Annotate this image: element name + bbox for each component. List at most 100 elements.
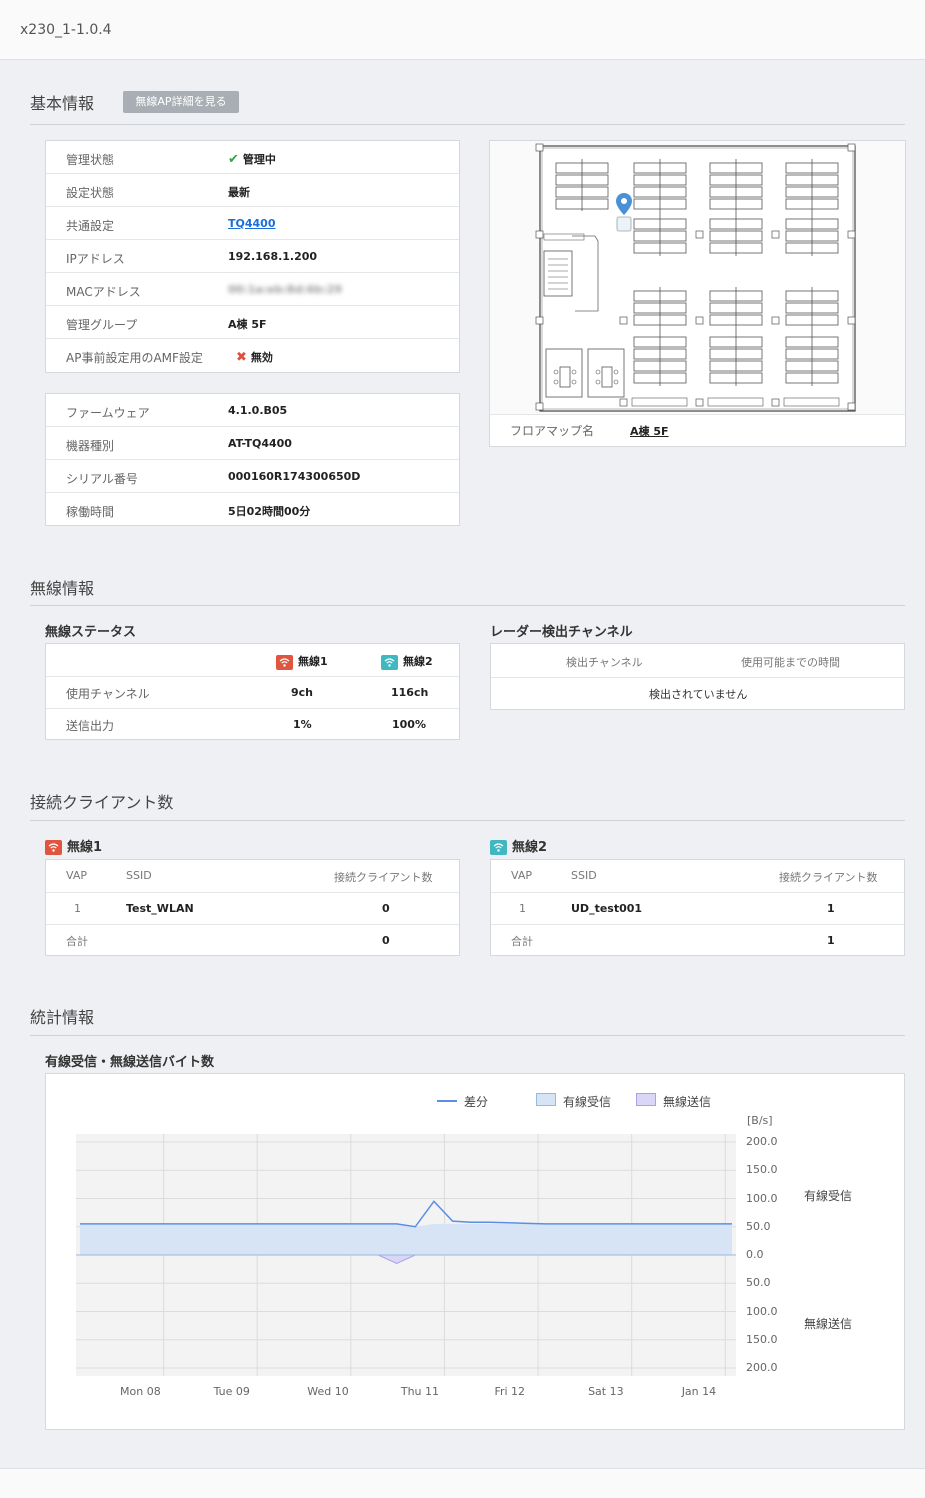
divider	[46, 892, 459, 893]
y-tick-label: 150.0	[746, 1163, 778, 1177]
col-count: 接続クライアント数	[334, 871, 433, 884]
series-rx-area	[80, 1223, 732, 1255]
radar-col-time: 使用可能までの時間	[741, 656, 840, 669]
count-cell: 0	[382, 902, 390, 915]
stats-heading: 統計情報	[30, 1008, 95, 1027]
window-title: x230_1-1.0.4	[20, 22, 112, 38]
device-row: ファームウェア 4.1.0.B05	[46, 394, 459, 427]
x-tick-label: Tue 09	[213, 1385, 250, 1398]
col-count: 接続クライアント数	[779, 871, 878, 884]
wireless-info-heading: 無線情報	[30, 579, 95, 598]
firmware-value: 4.1.0.B05	[228, 404, 288, 417]
row-label: 共通設定	[66, 219, 115, 233]
y-lower-label: 無線送信	[804, 1317, 853, 1331]
legend-rx: 有線受信	[563, 1095, 612, 1109]
radar-empty-text: 検出されていません	[649, 688, 748, 701]
row-label: ファームウェア	[66, 406, 150, 420]
device-row: シリアル番号 000160R174300650D	[46, 460, 459, 493]
serial-value: 000160R174300650D	[228, 470, 361, 483]
cross-icon: ✖	[236, 350, 247, 365]
chart-svg	[76, 1134, 736, 1376]
row-label: 管理グループ	[66, 318, 138, 332]
footer-bar	[0, 1468, 925, 1498]
row-value: ✖ 無効	[236, 349, 273, 365]
floor-map-image[interactable]	[490, 141, 905, 414]
ssid-cell: UD_test001	[571, 902, 643, 915]
device-panel: ファームウェア 4.1.0.B05 機器種別 AT-TQ4400 シリアル番号 …	[45, 393, 460, 526]
x-tick-label: Jan 14	[681, 1385, 717, 1398]
row-label: 稼働時間	[66, 505, 115, 519]
y-tick-label: 100.0	[746, 1191, 778, 1205]
divider	[30, 820, 905, 821]
legend-tx-swatch	[636, 1093, 656, 1106]
floor-map-panel: フロアマップ名 A棟 5F	[489, 140, 906, 447]
status-row: MACアドレス 00:1a:eb:8d:6b:29	[46, 273, 459, 306]
chart-plot-area[interactable]	[76, 1134, 736, 1376]
y-tick-label: 200.0	[746, 1361, 778, 1374]
divider	[30, 605, 905, 606]
radar-title: レーダー検出チャンネル	[490, 625, 633, 640]
divider	[46, 708, 459, 709]
chart-title: 有線受信・無線送信バイト数	[45, 1055, 215, 1070]
x-tick-label: Thu 11	[400, 1385, 439, 1398]
radio2-clients-label: 無線2	[512, 840, 548, 855]
status-row: 管理状態 ✔ 管理中	[46, 141, 459, 174]
divider	[490, 414, 905, 415]
status-row: 設定状態 最新	[46, 174, 459, 207]
radio2-clients-table: VAP SSID 接続クライアント数 1 UD_test001 1 合計 1	[490, 859, 905, 956]
y-tick-label: 200.0	[746, 1135, 778, 1148]
y-tick-label: 0.0	[746, 1248, 764, 1261]
config-state-value: 最新	[228, 186, 250, 199]
vap-cell: 1	[519, 902, 526, 915]
row-value: ✔ 管理中	[228, 151, 276, 167]
divider	[30, 124, 905, 125]
total-count: 1	[827, 934, 835, 947]
series-tx-area	[80, 1254, 732, 1265]
divider	[46, 924, 459, 925]
legend-diff: 差分	[464, 1095, 489, 1109]
device-row: 稼働時間 5日02時間00分	[46, 493, 459, 526]
col-ssid: SSID	[126, 869, 152, 882]
divider	[491, 892, 904, 893]
series-diff-line	[80, 1200, 732, 1228]
legend-line-swatch	[437, 1100, 457, 1102]
row-label: 機器種別	[66, 439, 115, 453]
manage-group-value: A棟 5F	[228, 318, 267, 331]
wireless-status-title: 無線ステータス	[45, 625, 137, 640]
status-row: IPアドレス 192.168.1.200	[46, 240, 459, 273]
radio1-channel: 9ch	[291, 686, 314, 699]
legend-rx-swatch	[536, 1093, 556, 1106]
ap-detail-button[interactable]: 無線AP詳細を見る	[123, 91, 239, 113]
radio2-clients-title: 無線2	[490, 836, 547, 855]
clients-heading: 接続クライアント数	[30, 793, 174, 812]
row-label: 使用チャンネル	[66, 687, 150, 701]
radio1-header: 無線1	[276, 653, 328, 670]
y-tick-label: 50.0	[746, 1219, 771, 1233]
col-ssid: SSID	[571, 869, 597, 882]
status-row: 管理グループ A棟 5F	[46, 306, 459, 339]
uptime-value: 5日02時間00分	[228, 505, 311, 518]
x-tick-label: Fri 12	[494, 1385, 526, 1398]
y-tick-label: 50.0	[746, 1276, 771, 1290]
floor-map-label: フロアマップ名	[510, 424, 595, 438]
radio1-power: 1%	[293, 718, 312, 731]
radio2-channel: 116ch	[391, 686, 429, 699]
row-label: IPアドレス	[66, 252, 125, 266]
status-row: AP事前設定用のAMF設定 ✖ 無効	[46, 339, 459, 373]
divider	[30, 1035, 905, 1036]
wifi-icon	[45, 840, 62, 855]
common-config-link[interactable]: TQ4400	[228, 217, 275, 230]
floor-map-link[interactable]: A棟 5F	[630, 423, 669, 439]
model-value: AT-TQ4400	[228, 437, 292, 450]
radio1-clients-label: 無線1	[67, 840, 103, 855]
total-label: 合計	[66, 935, 88, 948]
col-vap: VAP	[511, 869, 532, 882]
window-header: x230_1-1.0.4	[0, 0, 925, 60]
ssid-cell: Test_WLAN	[126, 902, 194, 915]
status-row: 共通設定 TQ4400	[46, 207, 459, 240]
row-label: 送信出力	[66, 719, 115, 733]
y-tick-label: 150.0	[746, 1332, 778, 1346]
radar-table: 検出チャンネル 使用可能までの時間 検出されていません	[490, 643, 905, 710]
divider	[46, 676, 459, 677]
basic-info-heading: 基本情報	[30, 94, 95, 113]
